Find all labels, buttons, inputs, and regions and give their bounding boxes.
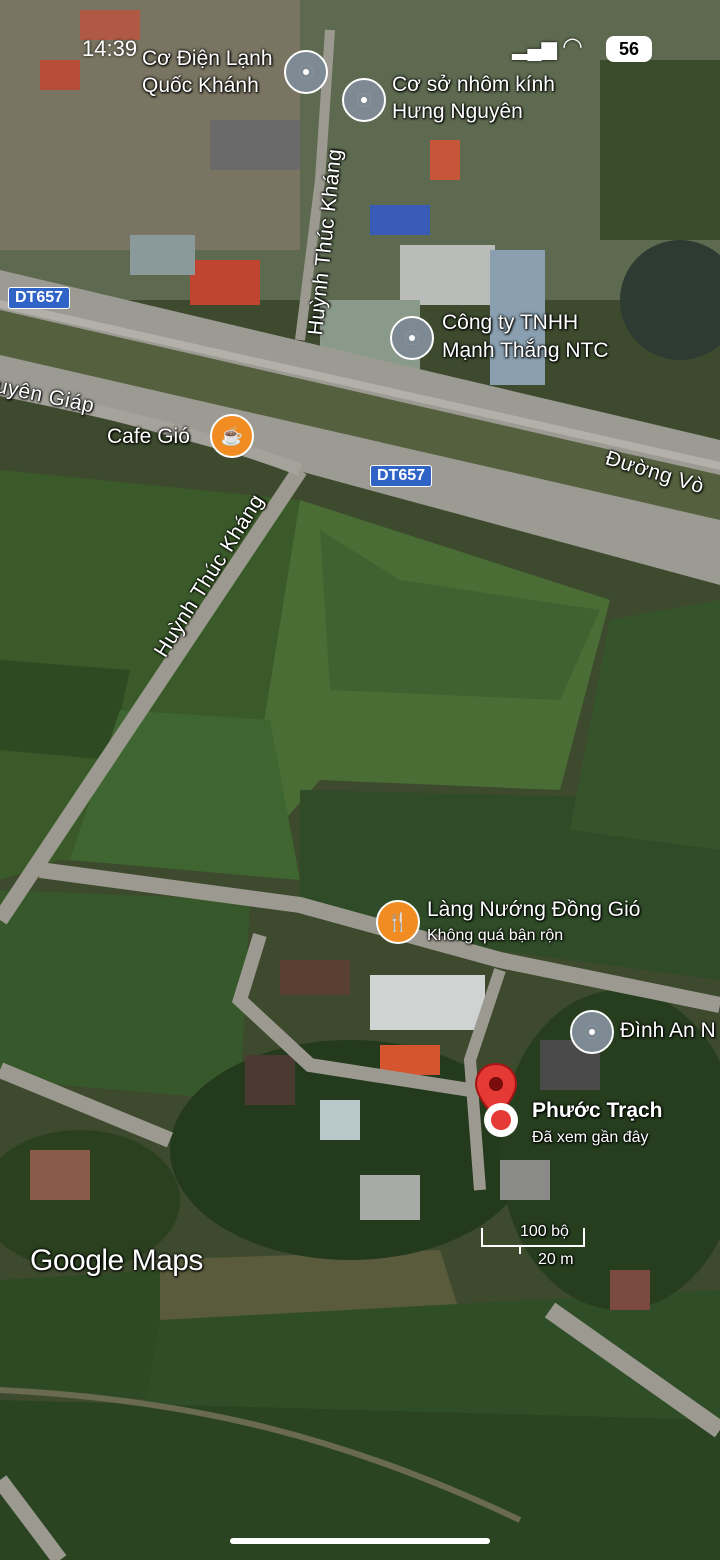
road-shield-dt657: DT657 xyxy=(370,465,433,487)
marker-base-icon xyxy=(484,1103,518,1137)
battery-icon: 56 xyxy=(606,36,652,62)
signal-icon: ▂▄▆ xyxy=(512,38,557,60)
poi-label-line1: Cơ Điện Lạnh xyxy=(142,47,273,70)
poi-label-line2: Quốc Khánh xyxy=(142,74,259,97)
home-indicator[interactable] xyxy=(230,1538,490,1544)
poi-label: Đình An N xyxy=(620,1019,716,1042)
poi-label: Làng Nướng Đồng Gió xyxy=(427,898,641,921)
poi-label-line1: Cơ sở nhôm kính xyxy=(392,73,555,96)
poi-label-line2: Hưng Nguyên xyxy=(392,100,523,123)
location-pin-icon[interactable] xyxy=(570,1010,614,1054)
scale-metric: 20 m xyxy=(538,1251,574,1268)
coffee-icon[interactable]: ☕ xyxy=(210,414,254,458)
restaurant-icon[interactable]: 🍴 xyxy=(376,900,420,944)
google-maps-logo: Google Maps xyxy=(30,1244,203,1277)
poi-label-line1: Công ty TNHH xyxy=(442,311,579,334)
poi-subtitle: Không quá bận rộn xyxy=(427,927,564,944)
poi-label-line2: Mạnh Thắng NTC xyxy=(442,339,609,362)
location-pin-icon[interactable] xyxy=(284,50,328,94)
status-time: 14:39 xyxy=(82,36,138,61)
poi-label: Cafe Gió xyxy=(107,425,190,448)
selected-place-subtitle: Đã xem gần đây xyxy=(532,1129,649,1146)
location-pin-icon[interactable] xyxy=(342,78,386,122)
battery-level: 56 xyxy=(618,39,640,59)
selected-place-label: Phước Trạch xyxy=(532,1099,663,1122)
location-pin-icon[interactable] xyxy=(390,316,434,360)
satellite-imagery xyxy=(0,0,720,1560)
scale-imperial: 100 bộ xyxy=(520,1223,569,1240)
wifi-icon: ◠ xyxy=(562,33,583,60)
satellite-map[interactable]: 14:39 ▂▄▆ ◠ 56 Cơ Điện Lạnh Quốc Khánh C… xyxy=(0,0,720,1560)
road-shield-dt657: DT657 xyxy=(8,287,71,309)
